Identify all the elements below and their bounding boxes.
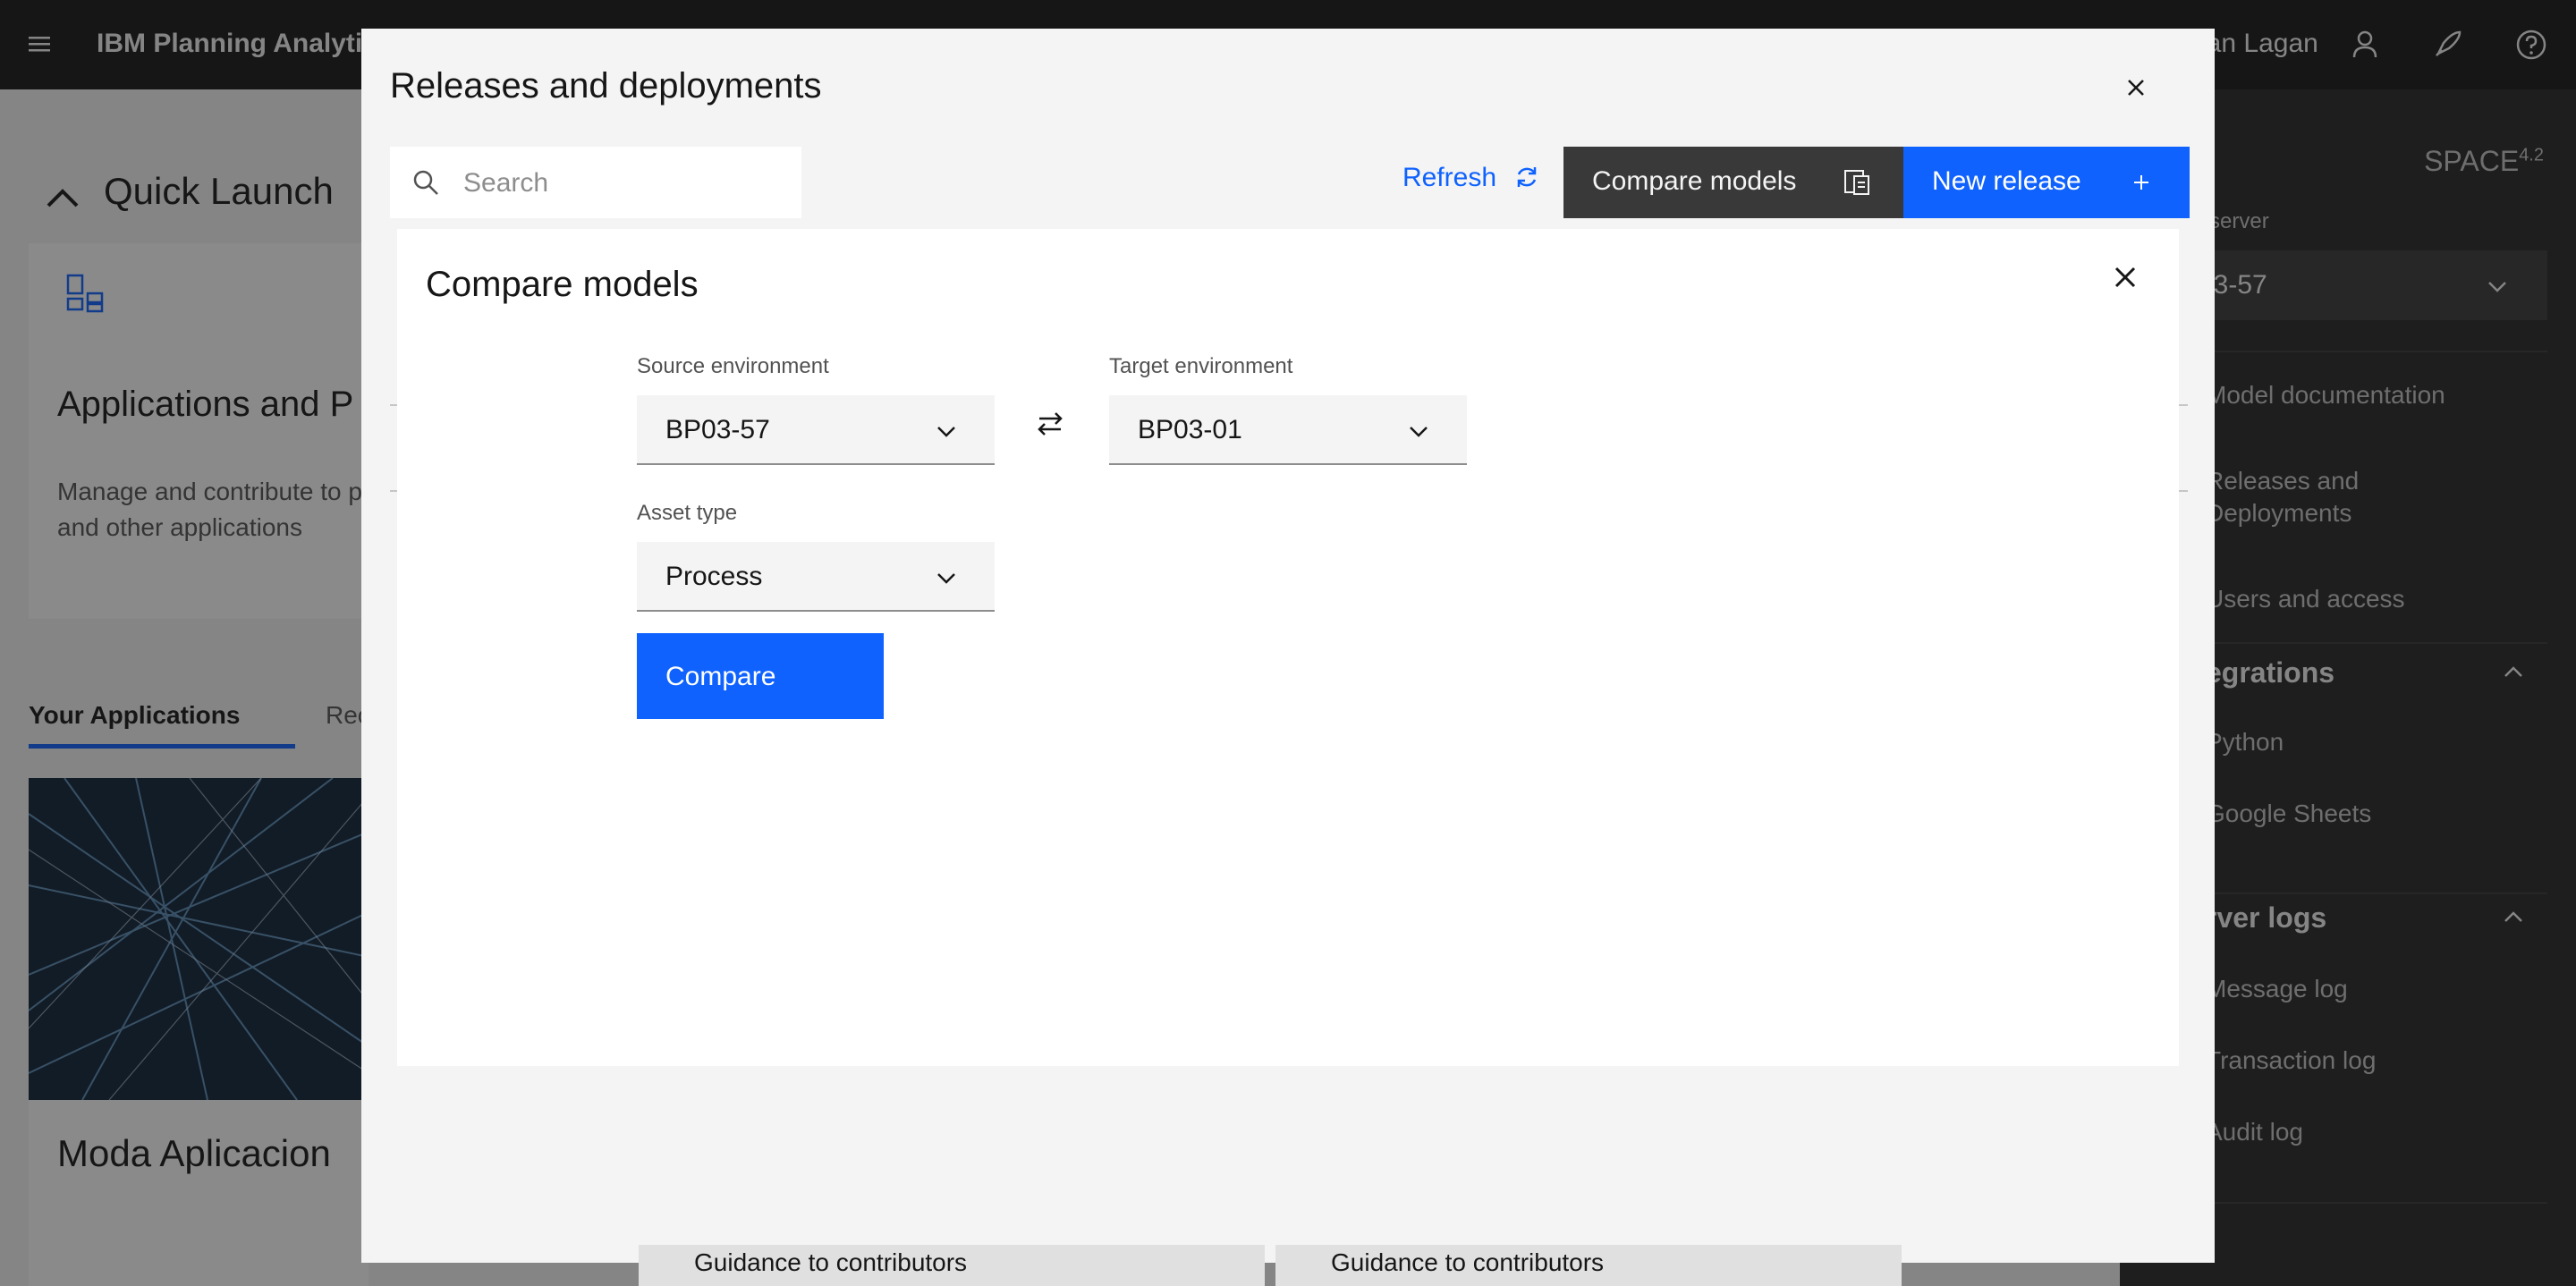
add-icon <box>2134 175 2148 190</box>
target-environment-label: Target environment <box>1109 354 1293 378</box>
compare-models-modal: Compare models Source environment BP03-5… <box>397 229 2179 1066</box>
refresh-button[interactable]: Refresh <box>1402 163 1541 193</box>
new-release-label: New release <box>1932 166 2081 196</box>
compare-models-button[interactable]: Compare models <box>1563 147 1903 218</box>
chevron-down-icon <box>937 427 955 437</box>
refresh-label: Refresh <box>1402 163 1497 192</box>
close-icon[interactable] <box>2118 70 2154 106</box>
compare-modal-title: Compare models <box>426 265 699 304</box>
swap-icon[interactable] <box>1032 406 1068 442</box>
source-environment-label: Source environment <box>637 354 829 378</box>
chevron-down-icon <box>937 573 955 584</box>
list-item: Guidance to contributors <box>639 1245 1265 1286</box>
guidance-text: Guidance to contributors <box>694 1248 968 1276</box>
releases-modal-title: Releases and deployments <box>390 66 822 106</box>
source-environment-select[interactable]: BP03-57 <box>637 395 995 465</box>
target-environment-select[interactable]: BP03-01 <box>1109 395 1467 465</box>
target-environment-value: BP03-01 <box>1138 415 1242 444</box>
asset-type-label: Asset type <box>637 501 738 525</box>
asset-type-select[interactable]: Process <box>637 542 995 612</box>
asset-type-value: Process <box>665 562 763 591</box>
refresh-icon <box>1518 167 1537 187</box>
compare-models-label: Compare models <box>1592 166 1797 196</box>
new-release-button[interactable]: New release <box>1903 147 2190 218</box>
search-input[interactable] <box>462 147 787 220</box>
compare-button-label: Compare <box>665 662 776 691</box>
source-environment-value: BP03-57 <box>665 415 770 444</box>
close-icon[interactable] <box>2104 256 2147 299</box>
search-icon <box>413 170 438 195</box>
compare-button[interactable]: Compare <box>637 633 884 719</box>
chevron-down-icon <box>1410 427 1428 437</box>
search-box <box>390 147 801 220</box>
list-item: Guidance to contributors <box>1275 1245 1902 1286</box>
guidance-text: Guidance to contributors <box>1331 1248 1605 1276</box>
compare-icon <box>1844 170 1869 195</box>
